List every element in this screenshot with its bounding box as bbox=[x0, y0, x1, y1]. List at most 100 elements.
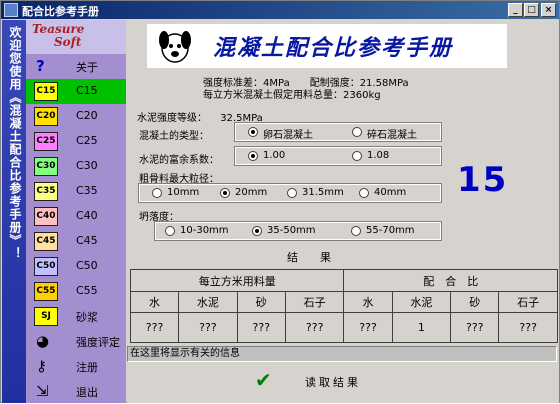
aggregate-opt-0: 10mm bbox=[167, 187, 200, 198]
logo: Teasure Soft bbox=[26, 20, 126, 54]
title-bar[interactable]: 配合比参考手册 _ □ × bbox=[1, 1, 559, 19]
dog-logo-icon bbox=[159, 31, 191, 63]
surplus-radio-1[interactable] bbox=[352, 151, 362, 161]
sidebar-item-label: C45 bbox=[76, 234, 98, 247]
sidebar-item-4[interactable]: C30 C30 bbox=[26, 154, 126, 179]
app-window: 配合比参考手册 _ □ × 欢迎您使用《混凝土配合比参考手册》！ Teasure… bbox=[0, 0, 560, 403]
slump-opt-1: 35-50mm bbox=[267, 225, 316, 236]
sidebar-item-13[interactable]: ⇲ 退出 bbox=[26, 379, 126, 404]
results-header-cell: 水泥 bbox=[178, 291, 238, 313]
slump-label: 坍落度： bbox=[139, 212, 179, 223]
results-header-cell: 砂 bbox=[450, 291, 500, 313]
results-value-cell: ??? bbox=[129, 312, 180, 343]
exit-icon: ⇲ bbox=[36, 382, 49, 400]
sidebar-item-3[interactable]: C25 C25 bbox=[26, 129, 126, 154]
sidebar-item-12[interactable]: ⚷ 注册 bbox=[26, 354, 126, 379]
logo-line2: Soft bbox=[54, 35, 82, 49]
aggregate-radio-2[interactable] bbox=[287, 188, 297, 198]
grade-c40-icon: C40 bbox=[34, 207, 58, 226]
eval-icon: ◕ bbox=[36, 332, 50, 350]
grade-c25-icon: C25 bbox=[34, 132, 58, 151]
surplus-radio-0[interactable] bbox=[248, 151, 258, 161]
concrete-type-radio-1[interactable] bbox=[352, 127, 362, 137]
sidebar-item-11[interactable]: ◕ 强度评定 bbox=[26, 329, 126, 354]
main-panel: 混凝土配合比参考手册 强度标准差：4MPa 配制强度：21.58MPa 每立方米… bbox=[127, 20, 559, 403]
sidebar-item-label: 关于 bbox=[76, 61, 98, 74]
concrete-type-opt-0: 卵石混凝土 bbox=[263, 130, 313, 141]
minimize-button[interactable]: _ bbox=[508, 3, 523, 17]
results-group-1: 每立方米用料量 bbox=[129, 269, 345, 292]
sidebar-item-label: 注册 bbox=[76, 361, 98, 374]
sidebar-item-label: C30 bbox=[76, 159, 98, 172]
sidebar-item-label: C35 bbox=[76, 184, 98, 197]
sidebar-item-2[interactable]: C20 C20 bbox=[26, 104, 126, 129]
grade-c55-icon: C55 bbox=[34, 282, 58, 301]
results-header-cell: 水泥 bbox=[391, 291, 452, 313]
info-line-2: 每立方米混凝土假定用料总量：2360kg bbox=[203, 90, 381, 101]
sidebar-item-5[interactable]: C35 C35 bbox=[26, 179, 126, 204]
results-value-cell: ??? bbox=[450, 312, 500, 343]
app-icon bbox=[4, 3, 18, 17]
status-bar: 在这里将显示有关的信息 bbox=[127, 346, 557, 362]
logo-line1: Teasure bbox=[32, 22, 85, 36]
results-value-cell: ??? bbox=[178, 312, 238, 343]
slump-radio-1[interactable] bbox=[252, 226, 262, 236]
header-banner: 混凝土配合比参考手册 bbox=[147, 24, 507, 68]
sidebar-item-0[interactable]: ? 关于 bbox=[26, 54, 126, 79]
cement-grade-label: 水泥强度等级： bbox=[137, 113, 207, 124]
sidebar-item-label: C50 bbox=[76, 259, 98, 272]
page-title: 混凝土配合比参考手册 bbox=[213, 36, 454, 61]
sidebar-item-1[interactable]: C15 C15 bbox=[26, 79, 126, 104]
grade-c20-icon: C20 bbox=[34, 107, 58, 126]
concrete-type-label: 混凝土的类型： bbox=[139, 131, 209, 142]
slump-opt-2: 55-70mm bbox=[366, 225, 415, 236]
results-value-cell: ??? bbox=[343, 312, 393, 343]
sidebar-item-10[interactable]: SJ 砂浆 bbox=[26, 304, 126, 329]
sidebar-item-label: C55 bbox=[76, 284, 98, 297]
surplus-opt-0: 1.00 bbox=[263, 150, 286, 161]
results-value-cell: ??? bbox=[284, 312, 345, 343]
close-button[interactable]: × bbox=[541, 3, 556, 17]
slump-radio-0[interactable] bbox=[165, 226, 175, 236]
sidebar: Teasure Soft ? 关于 C15 C15 C20 C20 C25 C25 C30 C30… bbox=[26, 20, 126, 403]
welcome-banner: 欢迎您使用《混凝土配合比参考手册》！ bbox=[2, 20, 26, 403]
welcome-text: 欢迎您使用《混凝土配合比参考手册》！ bbox=[8, 26, 22, 260]
maximize-button[interactable]: □ bbox=[524, 3, 539, 17]
read-results-button[interactable]: ✔ 读取结果 bbox=[247, 368, 397, 394]
results-header-cell: 石子 bbox=[498, 291, 558, 313]
results-value-cell: ??? bbox=[236, 312, 286, 343]
slump-radio-2[interactable] bbox=[351, 226, 361, 236]
aggregate-radio-0[interactable] bbox=[152, 188, 162, 198]
results-table: 每立方米用料量 配 合 比 水水泥砂石子水水泥砂石子 ?????????????… bbox=[129, 269, 558, 343]
cement-grade-row: 水泥强度等级： 32.5MPa bbox=[137, 109, 263, 124]
help-icon: ? bbox=[36, 57, 45, 75]
aggregate-opt-1: 20mm bbox=[235, 187, 268, 198]
concrete-type-radio-0[interactable] bbox=[248, 127, 258, 137]
slump-opt-0: 10-30mm bbox=[180, 225, 229, 236]
grade-c35-icon: C35 bbox=[34, 182, 58, 201]
sidebar-item-label: C40 bbox=[76, 209, 98, 222]
sidebar-item-label: C15 bbox=[76, 84, 98, 97]
sidebar-item-7[interactable]: C45 C45 bbox=[26, 229, 126, 254]
aggregate-radio-3[interactable] bbox=[359, 188, 369, 198]
aggregate-opt-3: 40mm bbox=[374, 187, 407, 198]
grade-c50-icon: C50 bbox=[34, 257, 58, 276]
grade-sj-icon: SJ bbox=[34, 307, 58, 326]
sidebar-item-label: 强度评定 bbox=[76, 336, 120, 349]
window-title: 配合比参考手册 bbox=[22, 5, 99, 18]
sidebar-item-9[interactable]: C55 C55 bbox=[26, 279, 126, 304]
sidebar-item-label: C20 bbox=[76, 109, 98, 122]
surplus-opt-1: 1.08 bbox=[367, 150, 390, 161]
results-header-cell: 水 bbox=[343, 291, 393, 313]
results-value-cell: 1 bbox=[391, 312, 452, 343]
sidebar-item-8[interactable]: C50 C50 bbox=[26, 254, 126, 279]
grade-c15-icon: C15 bbox=[34, 82, 58, 101]
results-value-cell: ??? bbox=[498, 312, 558, 343]
results-header-cell: 水 bbox=[129, 291, 180, 313]
grade-display: 15 bbox=[457, 160, 509, 200]
results-title: 结 果 bbox=[287, 251, 331, 264]
concrete-type-opt-1: 碎石混凝土 bbox=[367, 130, 417, 141]
read-results-label: 读取结果 bbox=[305, 376, 361, 389]
sidebar-item-6[interactable]: C40 C40 bbox=[26, 204, 126, 229]
aggregate-radio-1[interactable] bbox=[220, 188, 230, 198]
